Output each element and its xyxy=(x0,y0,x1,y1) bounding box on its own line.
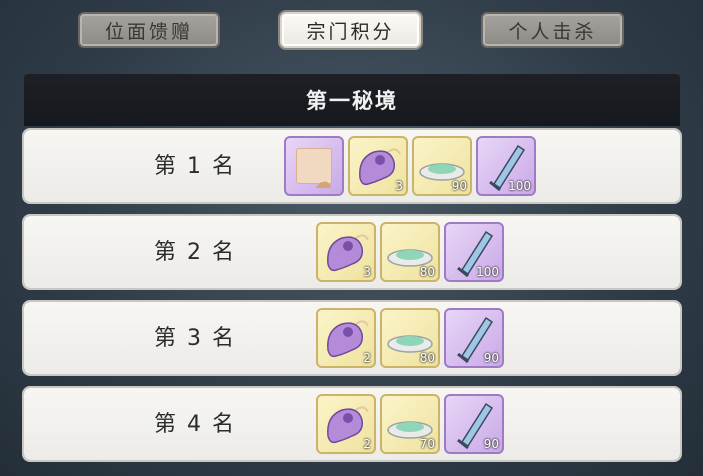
reward-item[interactable]: 80 xyxy=(380,308,440,368)
rank-label: 第 3 名 xyxy=(154,326,236,351)
tab-personal-kills[interactable]: 个人击杀 xyxy=(481,12,624,48)
reward-items: 2 80 90 xyxy=(316,308,504,368)
item-quantity: 70 xyxy=(419,437,435,451)
item-quantity: 90 xyxy=(483,351,499,365)
reward-item[interactable]: 3 xyxy=(316,222,376,282)
reward-items: ☁ 3 90 100 xyxy=(284,136,536,196)
reward-item[interactable]: 3 xyxy=(348,136,408,196)
reward-row-rank-2: 第 2 名 3 80 100 xyxy=(24,216,680,288)
reward-row-rank-3: 第 3 名 2 80 90 xyxy=(24,302,680,374)
item-quantity: 80 xyxy=(419,265,435,279)
tab-bar: 位面馈赠 宗门积分 个人击杀 xyxy=(0,0,703,60)
tab-sect-points[interactable]: 宗门积分 xyxy=(280,12,421,48)
reward-item[interactable]: 70 xyxy=(380,394,440,454)
reward-row-rank-4: 第 4 名 2 70 90 xyxy=(24,388,680,460)
item-quantity: 2 xyxy=(363,351,371,365)
rank-label: 第 1 名 xyxy=(154,154,236,179)
item-quantity: 90 xyxy=(483,437,499,451)
reward-item[interactable]: 80 xyxy=(380,222,440,282)
panel-title: 第一秘境 xyxy=(24,74,680,126)
item-quantity: 3 xyxy=(395,179,403,193)
reward-items: 3 80 100 xyxy=(316,222,504,282)
item-quantity: 100 xyxy=(508,179,531,193)
rank-label: 第 2 名 xyxy=(154,240,236,265)
tab-plane-gift[interactable]: 位面馈赠 xyxy=(78,12,220,48)
reward-row-rank-1: 第 1 名 ☁ 3 90 100 xyxy=(24,130,680,202)
reward-item[interactable]: 2 xyxy=(316,308,376,368)
item-quantity: 100 xyxy=(476,265,499,279)
reward-item[interactable]: 100 xyxy=(444,222,504,282)
reward-item[interactable]: 90 xyxy=(444,308,504,368)
item-quantity: 3 xyxy=(363,265,371,279)
reward-item[interactable]: ☁ xyxy=(284,136,344,196)
panel-title-text: 第一秘境 xyxy=(306,89,398,113)
item-quantity: 90 xyxy=(451,179,467,193)
reward-item[interactable]: 100 xyxy=(476,136,536,196)
reward-item[interactable]: 90 xyxy=(444,394,504,454)
rank-label: 第 4 名 xyxy=(154,412,236,437)
reward-items: 2 70 90 xyxy=(316,394,504,454)
reward-item[interactable]: 90 xyxy=(412,136,472,196)
reward-item[interactable]: 2 xyxy=(316,394,376,454)
cloud-icon: ☁ xyxy=(314,172,332,193)
item-quantity: 80 xyxy=(419,351,435,365)
item-quantity: 2 xyxy=(363,437,371,451)
